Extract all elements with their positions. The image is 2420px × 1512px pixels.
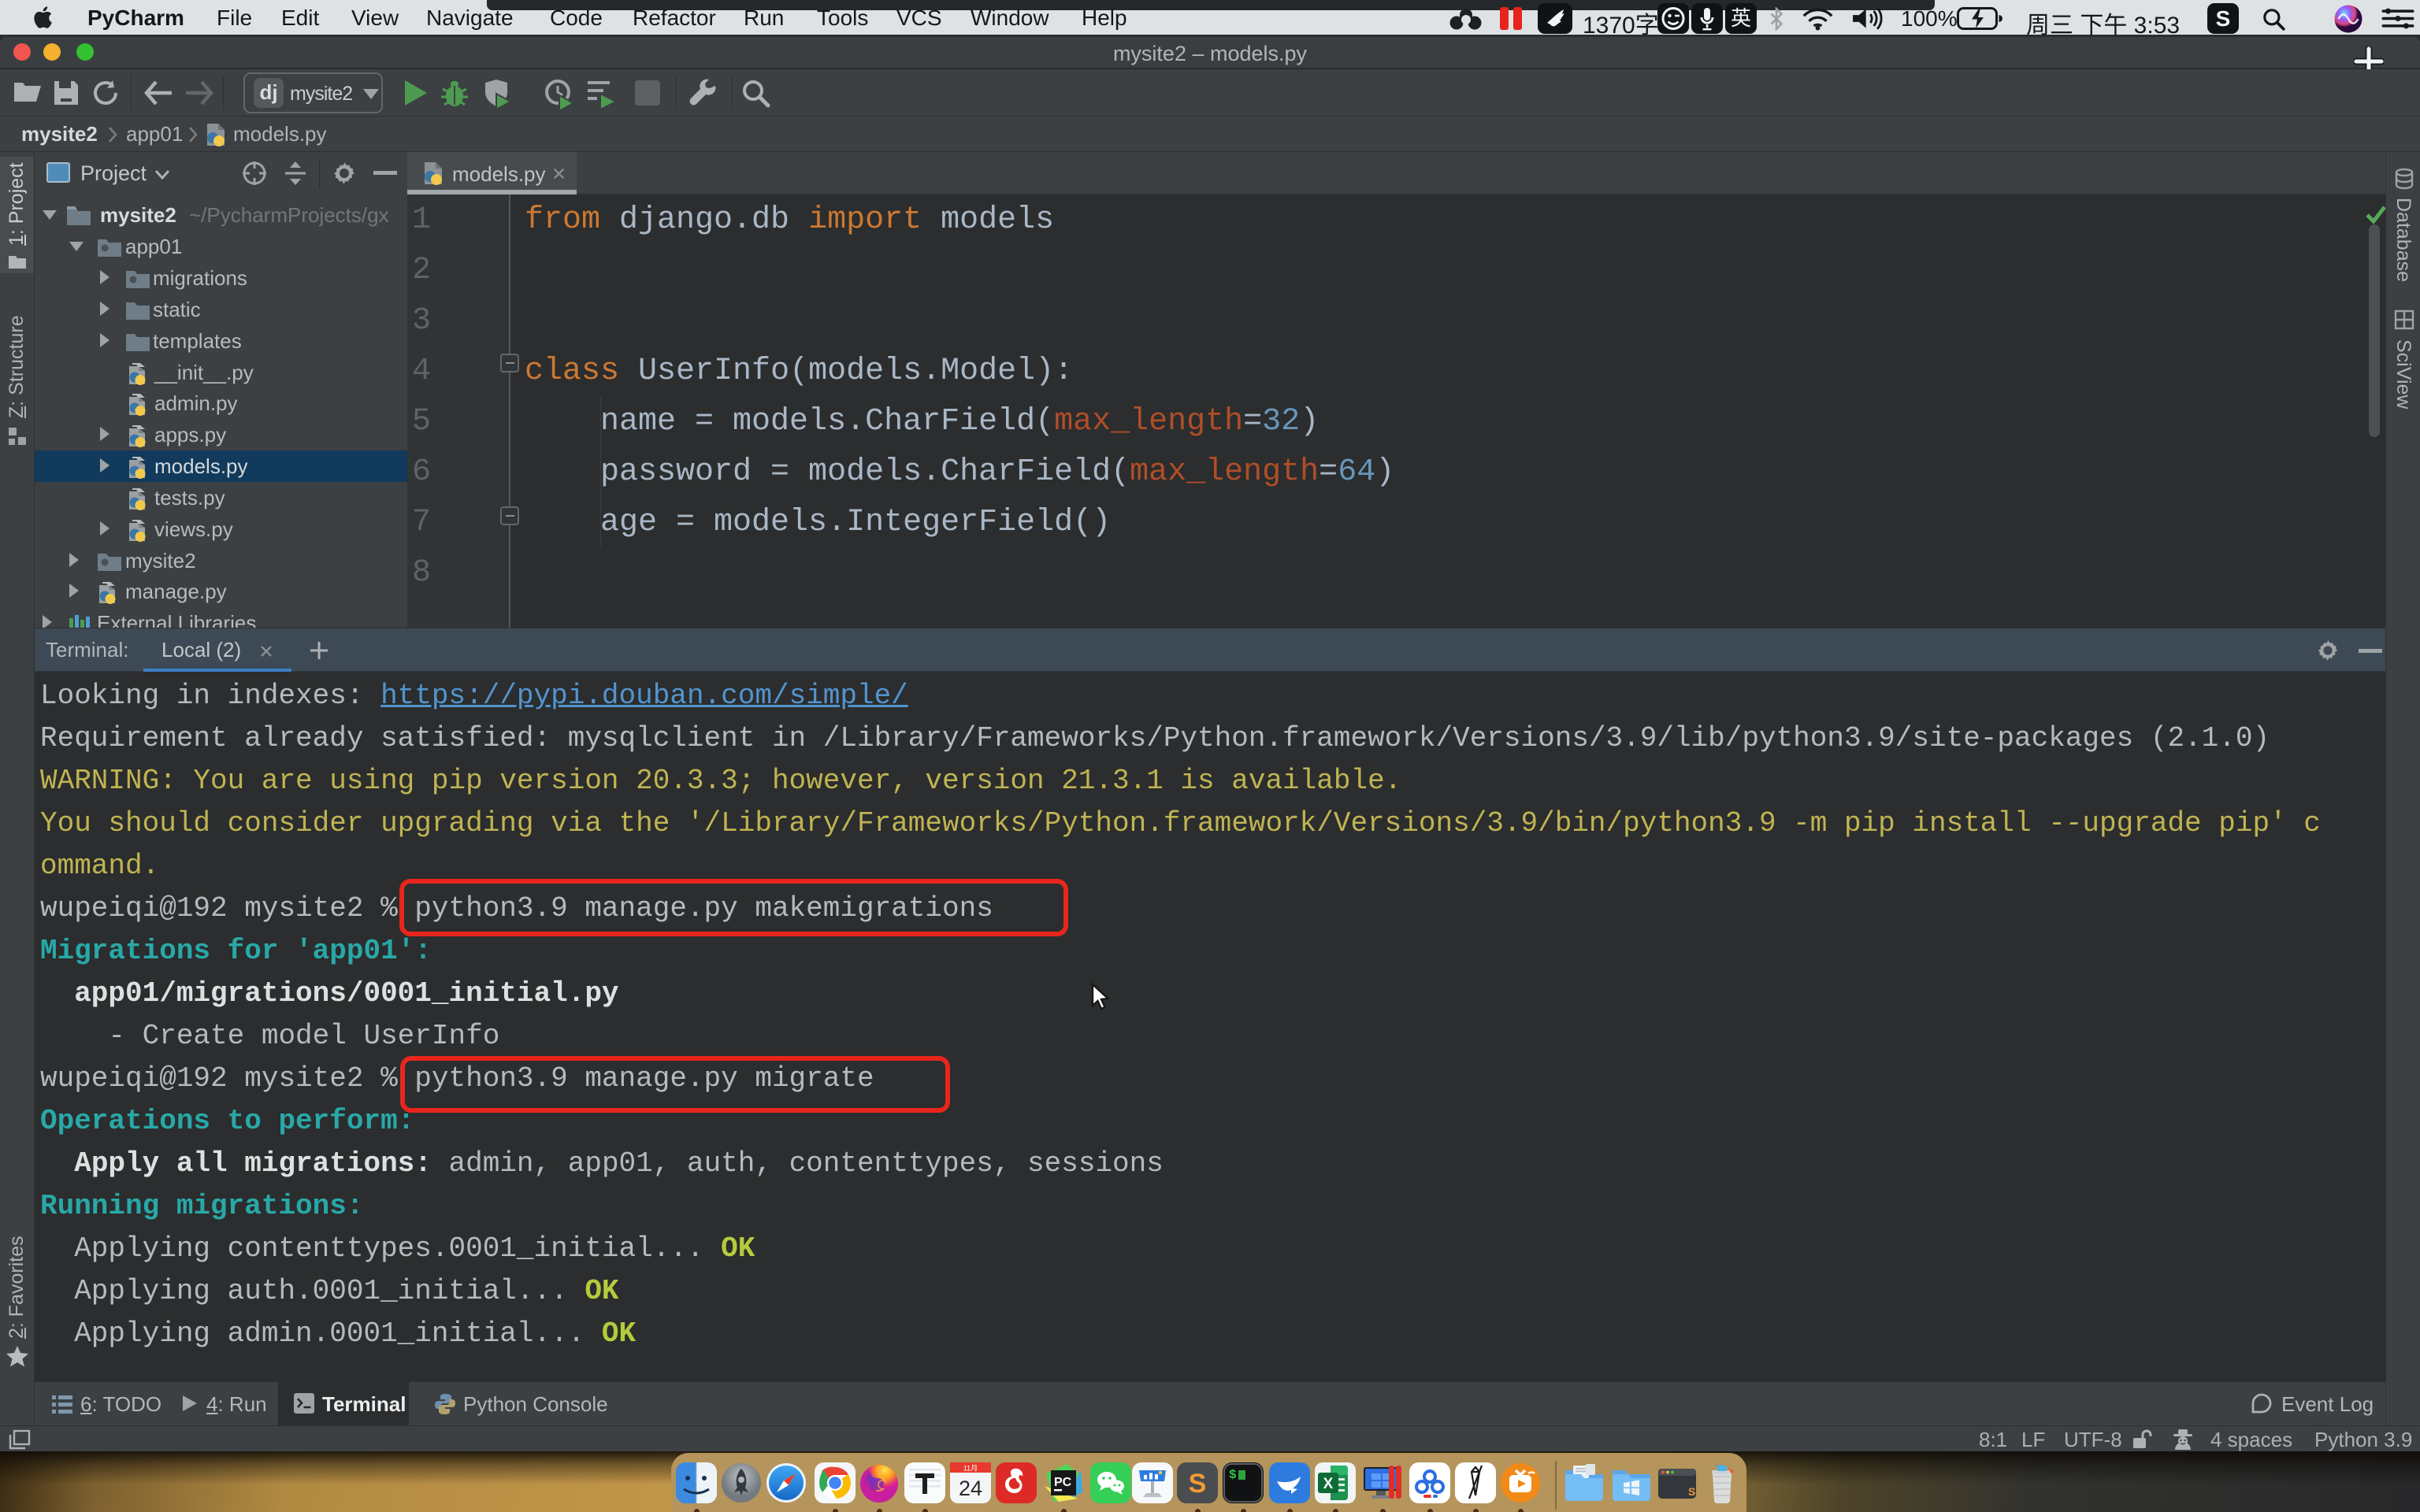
svg-text:X: X: [1323, 1476, 1334, 1492]
svg-text:$: $: [1229, 1468, 1237, 1482]
svg-text:24: 24: [959, 1477, 982, 1500]
svg-text:11月: 11月: [963, 1465, 978, 1473]
svg-text:S: S: [1189, 1469, 1207, 1499]
svg-text:S: S: [1688, 1485, 1695, 1498]
svg-text:PC: PC: [1054, 1476, 1072, 1489]
